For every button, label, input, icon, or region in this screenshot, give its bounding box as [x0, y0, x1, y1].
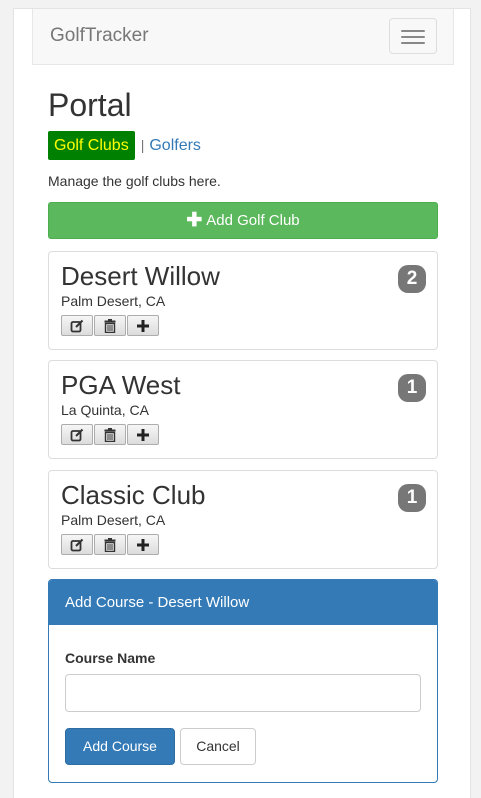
- course-count-badge: 1: [398, 374, 426, 402]
- add-golf-club-button[interactable]: ✚ Add Golf Club: [48, 202, 438, 239]
- add-golf-club-label: Add Golf Club: [206, 212, 300, 229]
- club-name: Desert Willow: [61, 261, 220, 291]
- club-card: Classic Club Palm Desert, CA 1: [48, 470, 438, 569]
- club-name: Classic Club: [61, 480, 206, 510]
- add-course-submit-button[interactable]: Add Course: [65, 728, 175, 765]
- club-card: Desert Willow Palm Desert, CA 2: [48, 251, 438, 350]
- tab-golfers[interactable]: Golfers: [149, 131, 201, 160]
- club-actions: [61, 315, 160, 336]
- add-course-button[interactable]: [127, 315, 159, 336]
- plus-icon: [137, 319, 149, 332]
- edit-icon: [70, 538, 84, 551]
- add-course-panel: Add Course - Desert Willow Course Name A…: [48, 579, 438, 783]
- add-course-button[interactable]: [127, 534, 159, 555]
- course-name-input[interactable]: [65, 674, 421, 712]
- plus-icon: [137, 428, 149, 441]
- trash-icon: [104, 318, 116, 333]
- edit-club-button[interactable]: [61, 534, 93, 555]
- club-location: Palm Desert, CA: [61, 512, 166, 528]
- club-name: PGA West: [61, 370, 181, 400]
- trash-icon: [104, 427, 116, 442]
- page-description: Manage the golf clubs here.: [48, 173, 221, 189]
- cancel-button[interactable]: Cancel: [180, 728, 256, 765]
- edit-club-button[interactable]: [61, 315, 93, 336]
- club-location: La Quinta, CA: [61, 402, 149, 418]
- nav-separator: |: [140, 137, 145, 153]
- brand-link[interactable]: GolfTracker: [50, 25, 149, 47]
- delete-club-button[interactable]: [94, 534, 126, 555]
- club-actions: [61, 424, 160, 445]
- tab-golf-clubs[interactable]: Golf Clubs: [48, 131, 135, 160]
- add-course-button[interactable]: [127, 424, 159, 445]
- course-name-label: Course Name: [65, 650, 156, 666]
- edit-icon: [70, 319, 84, 332]
- navbar-toggle-button[interactable]: [389, 18, 437, 54]
- course-count-badge: 1: [398, 484, 426, 512]
- add-course-panel-title: Add Course - Desert Willow: [49, 580, 437, 625]
- edit-icon: [70, 428, 84, 441]
- page-container: GolfTracker Portal Golf Clubs | Golfers Ma…: [13, 8, 471, 798]
- club-card: PGA West La Quinta, CA 1: [48, 360, 438, 459]
- club-actions: [61, 534, 160, 555]
- delete-club-button[interactable]: [94, 315, 126, 336]
- club-location: Palm Desert, CA: [61, 293, 166, 309]
- page-title: Portal: [48, 87, 132, 123]
- delete-club-button[interactable]: [94, 424, 126, 445]
- section-nav: Golf Clubs | Golfers: [48, 131, 201, 161]
- hamburger-menu-icon: [401, 30, 425, 32]
- plus-icon: ✚: [186, 210, 203, 231]
- trash-icon: [104, 537, 116, 552]
- course-count-badge: 2: [398, 265, 426, 293]
- edit-club-button[interactable]: [61, 424, 93, 445]
- plus-icon: [137, 538, 149, 551]
- navbar: GolfTracker: [32, 9, 454, 65]
